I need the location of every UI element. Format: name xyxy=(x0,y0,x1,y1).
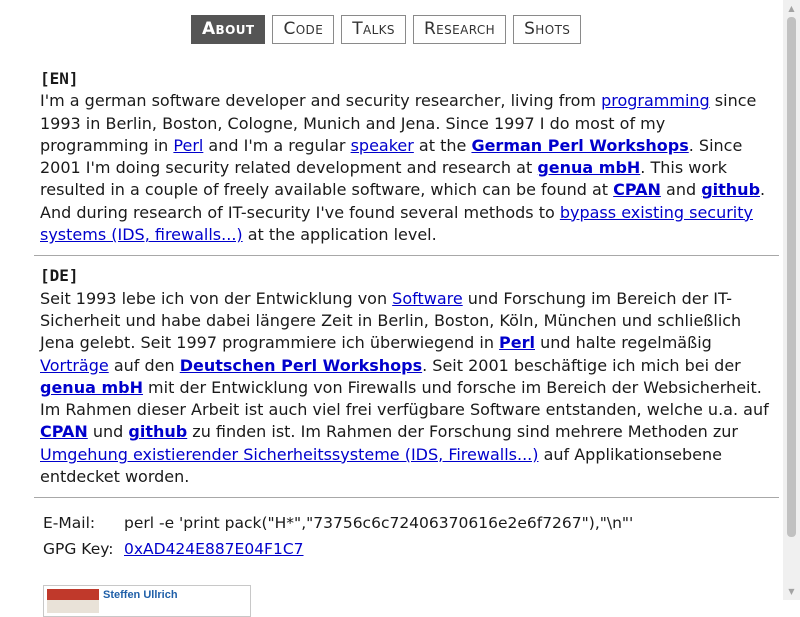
profile-name: Steffen Ullrich xyxy=(103,589,178,601)
nav-code[interactable]: Code xyxy=(272,15,335,44)
scroll-up-arrow-icon[interactable]: ▲ xyxy=(783,0,800,17)
scrollbar-thumb[interactable] xyxy=(787,17,796,537)
de-text-7: und xyxy=(87,422,129,442)
main-content: [EN] I'm a german software developer and … xyxy=(34,68,779,507)
main-nav: About Code Talks Research Shots xyxy=(191,15,582,44)
link-vortraege[interactable]: Vorträge xyxy=(40,356,109,375)
vertical-scrollbar[interactable]: ▲ ▼ xyxy=(783,0,800,600)
email-label: E-Mail: xyxy=(43,514,96,532)
link-deutschen-perl-workshops[interactable]: Deutschen Perl Workshops xyxy=(180,356,422,375)
de-text-8: zu finden ist. Im Rahmen der Forschung s… xyxy=(187,422,738,442)
divider-1 xyxy=(34,255,779,257)
nav-about[interactable]: About xyxy=(191,15,266,44)
lang-tag-de: [DE] xyxy=(40,266,79,286)
lang-tag-en: [EN] xyxy=(40,69,79,88)
link-github-de[interactable]: github xyxy=(128,422,187,441)
de-text-1: Seit 1993 lebe ich von der Entwicklung v… xyxy=(40,288,393,308)
contact-info: E-Mail: perl -e 'print pack("H*","73756c… xyxy=(43,510,633,562)
link-perl-de[interactable]: Perl xyxy=(499,333,535,352)
link-genua-de[interactable]: genua mbH xyxy=(40,378,143,397)
nav-research[interactable]: Research xyxy=(412,15,507,44)
gpg-row: GPG Key: 0xAD424E887E04F1C7 xyxy=(43,536,633,562)
nav-shots[interactable]: Shots xyxy=(513,15,582,44)
email-value: perl -e 'print pack("H*","73756c6c724063… xyxy=(124,514,634,532)
profile-avatar xyxy=(47,589,99,613)
link-programming[interactable]: programming xyxy=(601,91,710,110)
scroll-down-arrow-icon[interactable]: ▼ xyxy=(783,583,800,600)
profile-badge[interactable]: Steffen Ullrich xyxy=(43,585,251,617)
en-text-3: and I'm a regular xyxy=(203,135,351,155)
section-en: [EN] I'm a german software developer and … xyxy=(40,68,773,246)
link-speaker[interactable]: speaker xyxy=(351,136,414,155)
link-github-en[interactable]: github xyxy=(701,180,760,199)
en-text-9: at the application level. xyxy=(242,225,437,245)
de-text-5: . Seit 2001 beschäftige ich mich bei der xyxy=(422,355,741,375)
de-text-3: und halte regelmäßig xyxy=(535,333,712,353)
gpg-key-link[interactable]: 0xAD424E887E04F1C7 xyxy=(124,536,304,562)
link-umgehung[interactable]: Umgehung existierender Sicherheitssystem… xyxy=(40,445,538,464)
section-de: [DE] Seit 1993 lebe ich von der Entwicklu… xyxy=(40,265,773,488)
link-software[interactable]: Software xyxy=(392,289,463,308)
divider-2 xyxy=(34,497,779,499)
en-text-7: and xyxy=(660,180,702,200)
gpg-label: GPG Key: xyxy=(43,540,114,558)
link-cpan-en[interactable]: CPAN xyxy=(613,180,661,199)
link-perl-en[interactable]: Perl xyxy=(173,136,203,155)
email-row: E-Mail: perl -e 'print pack("H*","73756c… xyxy=(43,510,633,536)
nav-talks[interactable]: Talks xyxy=(341,15,406,44)
link-cpan-de[interactable]: CPAN xyxy=(40,422,88,441)
link-genua-en[interactable]: genua mbH xyxy=(537,158,640,177)
en-text-1: I'm a german software developer and secu… xyxy=(40,91,602,111)
de-text-6: mit der Entwicklung von Firewalls und fo… xyxy=(40,377,769,420)
en-text-4: at the xyxy=(413,135,472,155)
link-german-perl-workshops[interactable]: German Perl Workshops xyxy=(471,136,688,155)
de-text-4: auf den xyxy=(108,355,180,375)
